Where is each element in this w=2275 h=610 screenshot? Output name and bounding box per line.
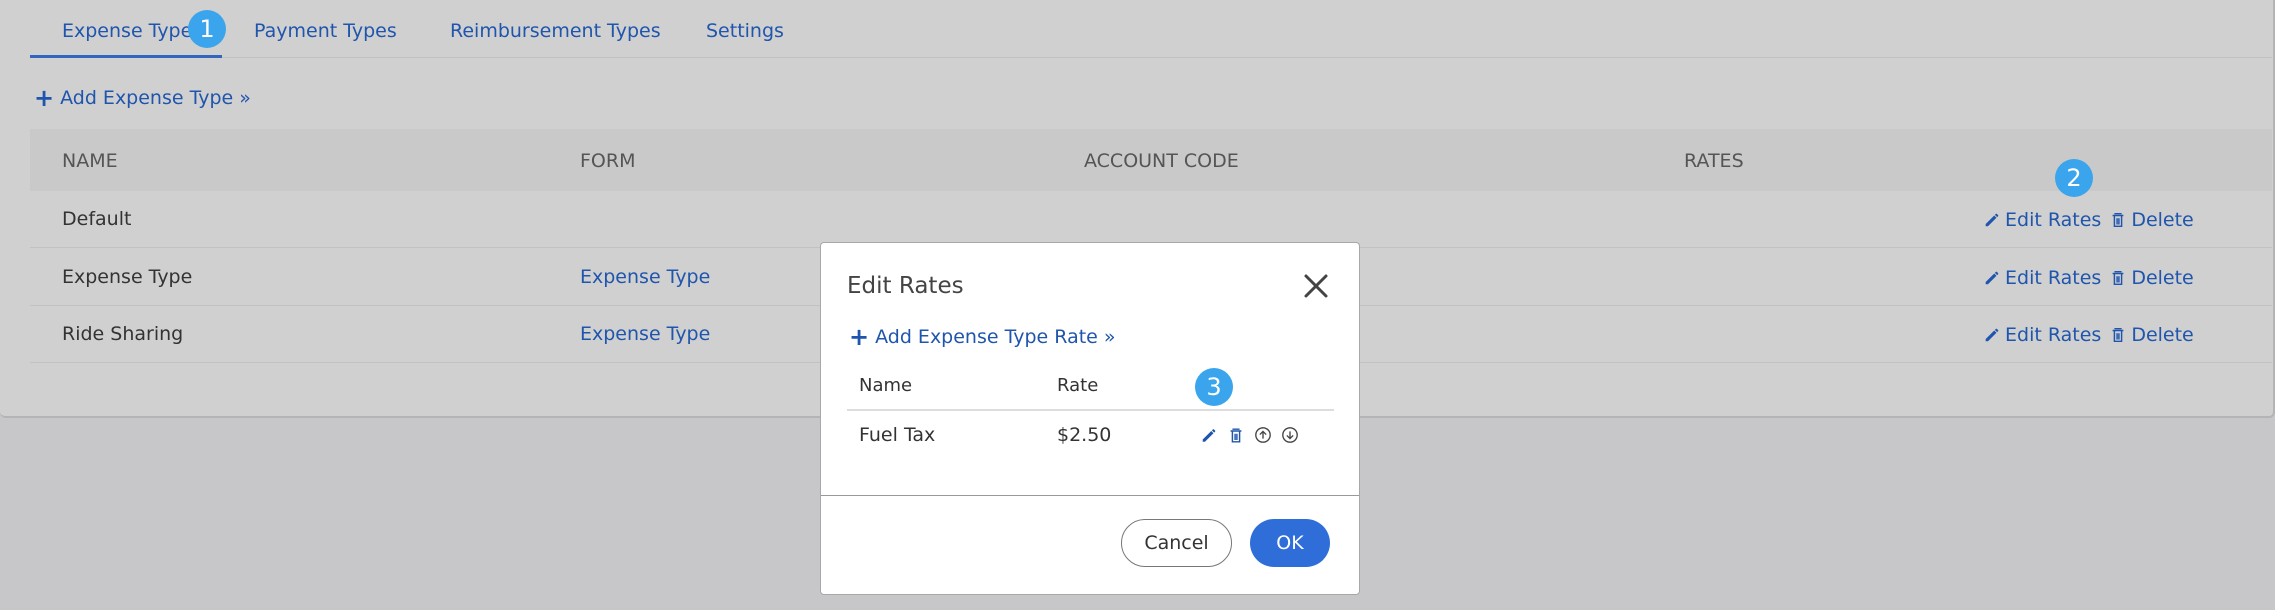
table-row: Default [30,191,2272,248]
plus-icon: + [849,323,870,351]
trash-icon [2109,269,2127,287]
tab-expense-types[interactable]: Expense Types [62,20,202,42]
row-actions: Edit Rates Delete [1983,209,2194,231]
modal-title: Edit Rates [847,273,964,299]
close-icon[interactable] [1301,271,1331,301]
rates-table-header: Name Rate [847,361,1334,411]
add-expense-type-rate-link[interactable]: + Add Expense Type Rate » [849,325,1116,349]
move-down-icon[interactable] [1281,426,1299,444]
delete-label: Delete [2131,324,2194,346]
delete-button[interactable]: Delete [2109,267,2194,289]
trash-icon [2109,211,2127,229]
rates-header-rate: Rate [1057,375,1099,396]
annotation-badge-1: 1 [188,10,226,48]
plus-icon: + [34,84,55,112]
row-form-link[interactable]: Expense Type [580,323,710,345]
ok-button[interactable]: OK [1250,519,1330,567]
rate-value: $2.50 [1057,424,1112,446]
delete-label: Delete [2131,267,2194,289]
row-actions: Edit Rates Delete [1983,267,2194,289]
rate-name: Fuel Tax [859,424,936,446]
row-name: Expense Type [62,266,193,288]
tab-settings[interactable]: Settings [706,20,784,42]
edit-rates-button[interactable]: Edit Rates [1983,267,2101,289]
add-expense-type-link[interactable]: + Add Expense Type » [34,86,251,110]
row-name: Ride Sharing [62,323,184,345]
header-rates: RATES [1684,150,1744,172]
modal-divider [821,495,1359,496]
trash-icon[interactable] [1227,426,1245,444]
edit-pencil-icon[interactable] [1200,426,1218,444]
edit-rates-label: Edit Rates [2005,209,2102,231]
delete-label: Delete [2131,209,2194,231]
add-expense-type-label: Add Expense Type » [60,87,251,109]
rate-row: Fuel Tax $2.50 [847,411,1334,459]
edit-rates-label: Edit Rates [2005,324,2102,346]
row-form-link[interactable]: Expense Type [580,266,710,288]
trash-icon [2109,326,2127,344]
edit-rates-modal: Edit Rates + Add Expense Type Rate » Nam… [820,242,1360,595]
table-header: NAME FORM ACCOUNT CODE RATES [30,129,2272,191]
pencil-icon [1983,326,2001,344]
move-up-icon[interactable] [1254,426,1272,444]
delete-button[interactable]: Delete [2109,209,2194,231]
header-form: FORM [580,150,636,172]
add-rate-label: Add Expense Type Rate » [875,326,1116,348]
tab-payment-types[interactable]: Payment Types [254,20,397,42]
edit-rates-button[interactable]: Edit Rates [1983,324,2101,346]
row-name: Default [62,208,132,230]
rates-header-name: Name [859,375,913,396]
tab-bar: Expense Types Payment Types Reimbursemen… [30,0,2272,58]
edit-rates-label: Edit Rates [2005,267,2102,289]
cancel-button[interactable]: Cancel [1121,519,1232,567]
delete-button[interactable]: Delete [2109,324,2194,346]
row-actions: Edit Rates Delete [1983,324,2194,346]
annotation-badge-3: 3 [1195,368,1233,406]
edit-rates-button[interactable]: Edit Rates [1983,209,2101,231]
active-tab-indicator [30,55,222,58]
header-account-code: ACCOUNT CODE [1084,150,1239,172]
rate-row-actions [1200,426,1299,444]
pencil-icon [1983,211,2001,229]
header-name: NAME [62,150,118,172]
tab-reimbursement-types[interactable]: Reimbursement Types [450,20,661,42]
pencil-icon [1983,269,2001,287]
